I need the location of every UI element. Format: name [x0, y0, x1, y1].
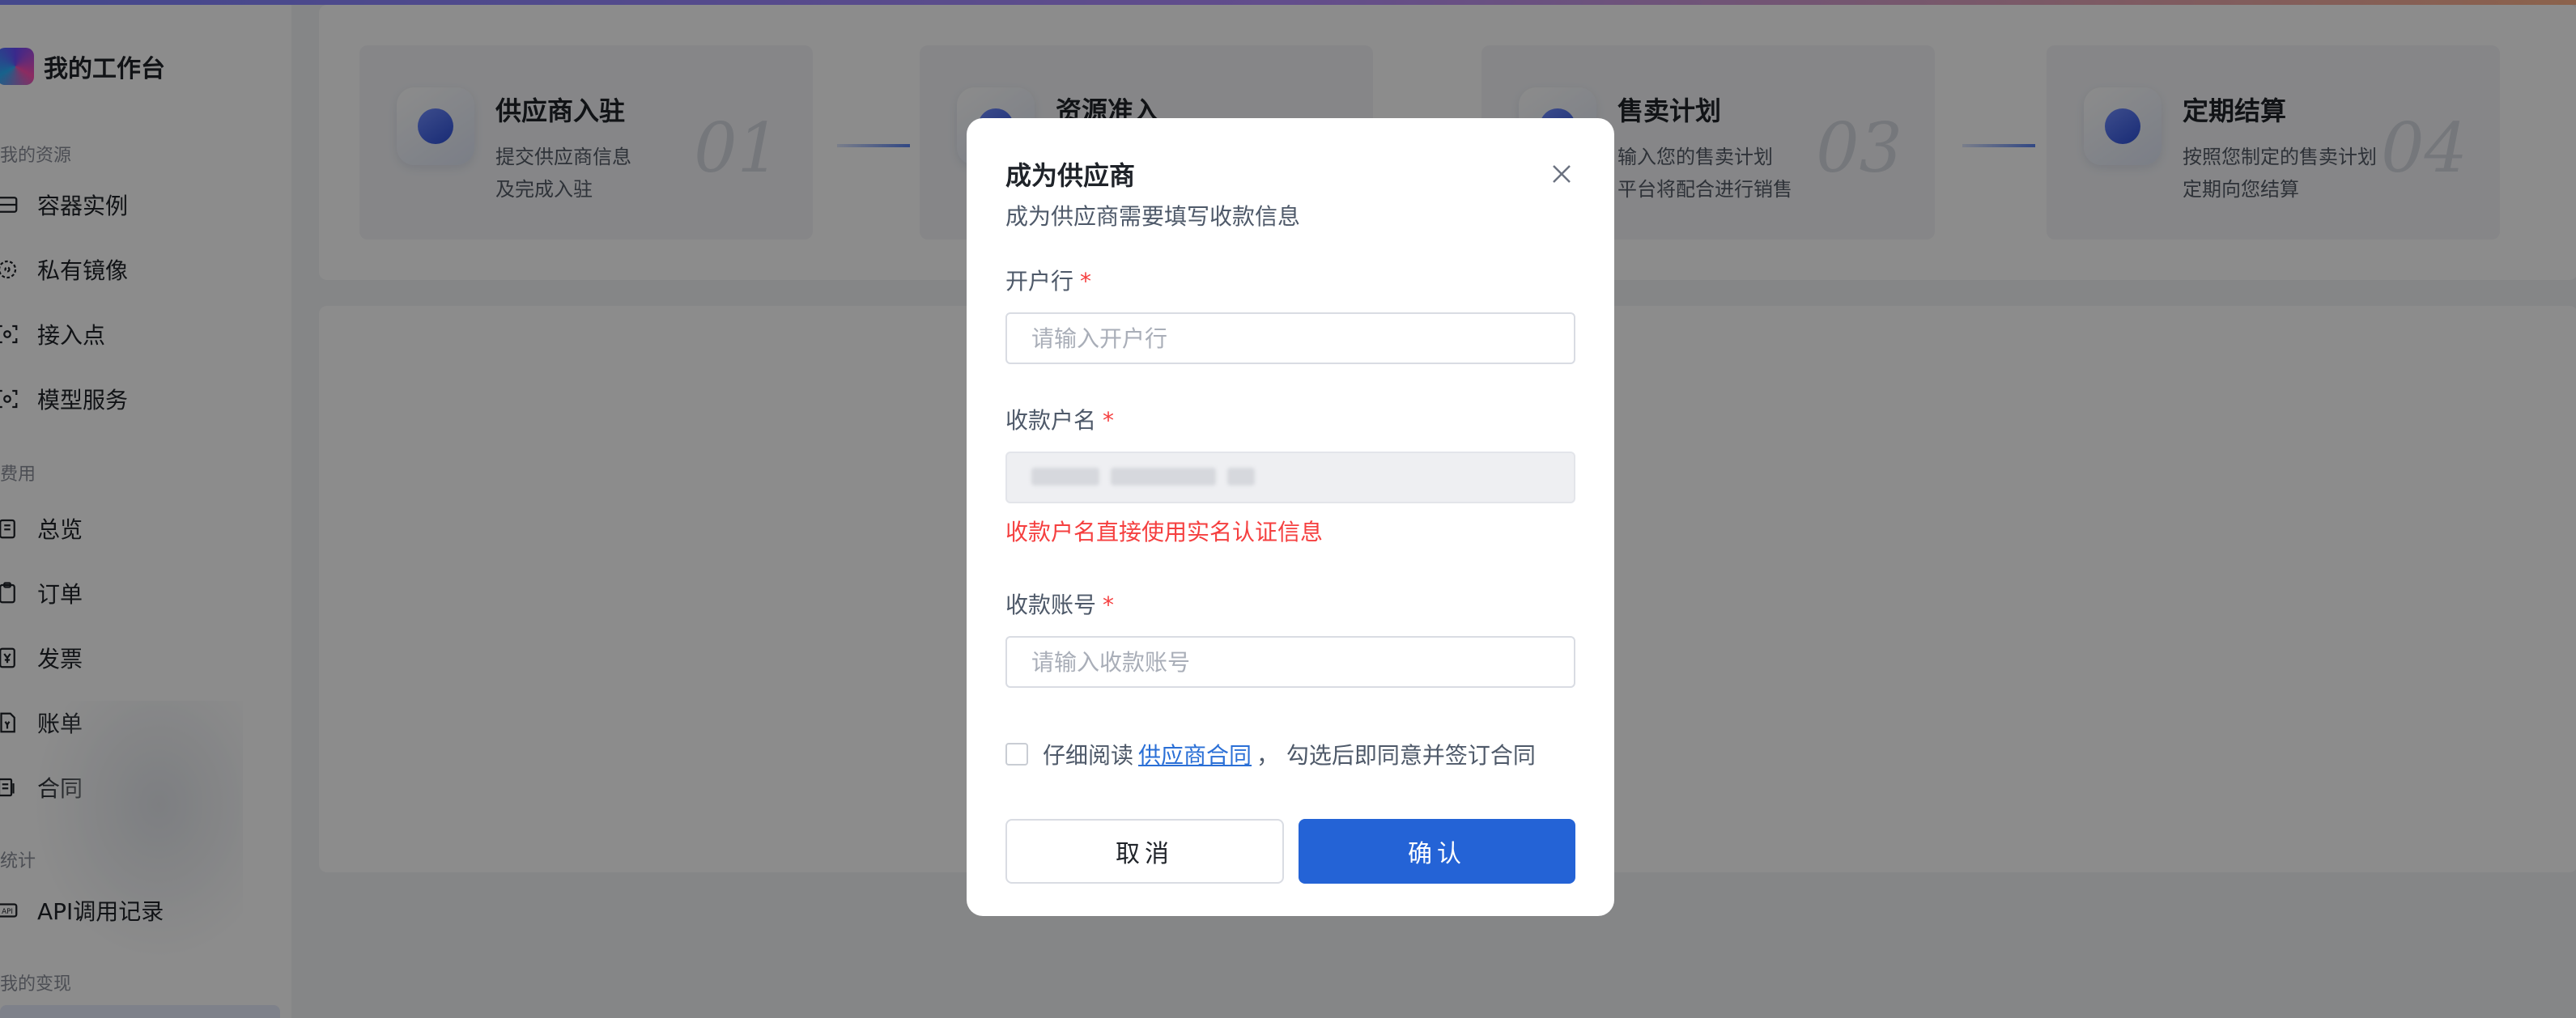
account-no-label-text: 收款账号	[1005, 592, 1097, 618]
become-supplier-dialog: 成为供应商 成为供应商需要填写收款信息 开户行* 收款户名* 收款户名直接使用实…	[967, 118, 1614, 916]
account-name-label: 收款户名 *	[1005, 403, 1114, 435]
account-no-input[interactable]	[1005, 636, 1575, 688]
dialog-title: 成为供应商	[1005, 160, 1136, 191]
bank-label-text: 开户行	[1005, 268, 1074, 295]
account-name-hint: 收款户名直接使用实名认证信息	[1005, 519, 1324, 545]
confirm-button[interactable]: 确认	[1299, 819, 1575, 884]
dialog-subtitle: 成为供应商需要填写收款信息	[1005, 203, 1301, 230]
required-mark: *	[1103, 407, 1115, 434]
account-name-label-text: 收款户名	[1005, 407, 1097, 434]
cancel-button[interactable]: 取消	[1005, 819, 1284, 884]
required-mark: *	[1080, 268, 1092, 295]
bank-input[interactable]	[1005, 312, 1575, 364]
agreement-row: 仔细阅读 供应商合同 ， 勾选后即同意并签订合同	[1005, 738, 1536, 770]
masked-account-name	[1031, 463, 1274, 490]
supplier-contract-link[interactable]: 供应商合同	[1138, 738, 1252, 770]
close-icon[interactable]	[1546, 159, 1577, 189]
bank-label: 开户行 *	[1005, 264, 1091, 296]
agreement-checkbox[interactable]	[1005, 743, 1028, 766]
required-mark: *	[1103, 592, 1115, 618]
agreement-suffix: ， 勾选后即同意并签订合同	[1256, 742, 1536, 769]
agreement-prefix: 仔细阅读	[1043, 742, 1134, 769]
account-no-label: 收款账号 *	[1005, 587, 1114, 620]
